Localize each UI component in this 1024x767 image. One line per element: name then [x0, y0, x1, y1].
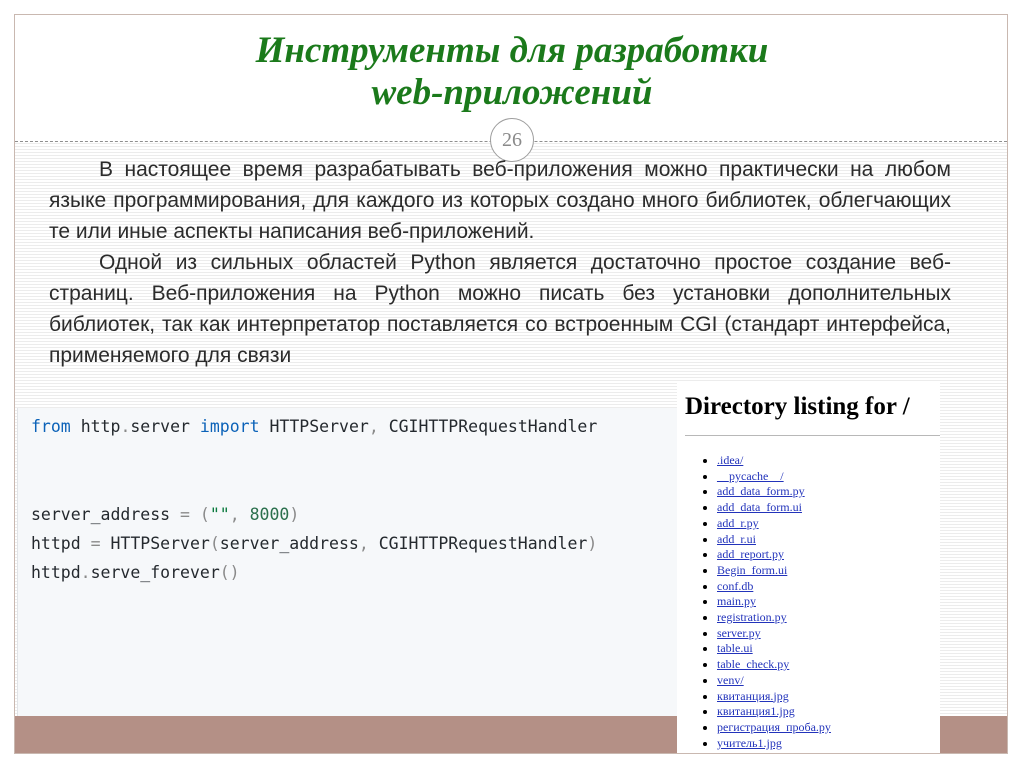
paragraph-2: Одной из сильных областей Python являетс… [49, 251, 951, 367]
directory-file-link[interactable]: registration.py [717, 610, 787, 624]
directory-list-item: Begin_form.ui [717, 563, 831, 579]
directory-list-item: регистрация_проба.py [717, 720, 831, 736]
directory-file-link[interactable]: Begin_form.ui [717, 563, 787, 577]
directory-file-link[interactable]: add_data_form.py [717, 484, 805, 498]
directory-file-link[interactable]: table.ui [717, 641, 753, 655]
code-keyword-import: import [199, 417, 260, 436]
code-module-http: http [80, 417, 121, 436]
directory-list-item: venv/ [717, 673, 831, 689]
code-paren-close: ) [289, 505, 300, 524]
code-dot: . [80, 563, 91, 582]
directory-listing-screenshot: Directory listing for / .idea/ __pycache_… [677, 383, 940, 753]
directory-file-link[interactable]: учитель1.jpg [717, 736, 782, 750]
slide-title-line-1: Инструменты для разработки [255, 30, 769, 71]
directory-file-link[interactable]: регистрация_проба.py [717, 720, 831, 734]
directory-list-item: __pycache__/ [717, 469, 831, 485]
code-var-httpd: httpd [31, 534, 81, 553]
code-line-4: httpd.serve_forever() [31, 562, 240, 584]
directory-listing-rule [685, 435, 940, 436]
directory-file-link[interactable]: server.py [717, 626, 761, 640]
code-comma: , [358, 534, 369, 553]
directory-file-link[interactable]: conf.db [717, 579, 753, 593]
code-line-1: from http.server import HTTPServer, CGIH… [31, 416, 597, 438]
directory-list-item: add_r.ui [717, 532, 831, 548]
directory-file-link[interactable]: table_check.py [717, 657, 789, 671]
directory-file-link[interactable]: квитанция.jpg [717, 689, 789, 703]
code-paren-open: ( [199, 505, 210, 524]
code-paren-close: ) [587, 534, 598, 553]
directory-file-link[interactable]: add_r.py [717, 516, 759, 530]
directory-listing-title: Directory listing for / [685, 393, 910, 420]
code-comma: , [229, 505, 240, 524]
directory-file-link[interactable]: .idea/ [717, 453, 743, 467]
directory-file-link[interactable]: __pycache__/ [717, 469, 784, 483]
paragraph-1: В настоящее время разрабатывать веб-прил… [49, 158, 951, 243]
directory-list-item: add_data_form.ui [717, 500, 831, 516]
code-arg-1: server_address [219, 534, 359, 553]
slide-title-line-2: web-приложений [371, 72, 653, 113]
directory-list-item: main.py [717, 594, 831, 610]
directory-list-item: квитанция1.jpg [717, 704, 831, 720]
directory-file-link[interactable]: main.py [717, 594, 756, 608]
directory-list-item: conf.db [717, 579, 831, 595]
directory-list-item: учитель1.jpg [717, 736, 831, 752]
directory-list-item: table_check.py [717, 657, 831, 673]
code-snippet: from http.server import HTTPServer, CGIH… [17, 408, 678, 716]
directory-list-item: квитанция.jpg [717, 689, 831, 705]
directory-list-item: server.py [717, 626, 831, 642]
code-import-name-2: CGIHTTPRequestHandler [388, 417, 598, 436]
code-method-serve-forever: serve_forever [90, 563, 220, 582]
directory-list-item: registration.py [717, 610, 831, 626]
code-line-2: server_address = ("", 8000) [31, 504, 299, 526]
code-string: "" [209, 505, 230, 524]
directory-file-link[interactable]: add_report.py [717, 547, 784, 561]
directory-file-link[interactable]: add_data_form.ui [717, 500, 802, 514]
directory-list-item: add_r.py [717, 516, 831, 532]
code-var-server-address: server_address [31, 505, 171, 524]
slide-title: Инструменты для разработки web-приложени… [0, 30, 1024, 114]
code-equals: = [90, 534, 101, 553]
directory-file-list: .idea/ __pycache__/add_data_form.py add_da… [685, 453, 831, 751]
code-import-name-1: HTTPServer [269, 417, 369, 436]
code-var-httpd: httpd [31, 563, 81, 582]
directory-file-link[interactable]: venv/ [717, 673, 744, 687]
code-arg-2: CGIHTTPRequestHandler [378, 534, 588, 553]
directory-list-item: add_report.py [717, 547, 831, 563]
directory-file-link[interactable]: квитанция1.jpg [717, 704, 795, 718]
code-class-httpserver: HTTPServer [110, 534, 210, 553]
code-line-3: httpd = HTTPServer(server_address, CGIHT… [31, 533, 597, 555]
code-parens: () [219, 563, 240, 582]
body-text: В настоящее время разрабатывать веб-прил… [49, 154, 951, 371]
code-module-server: server [130, 417, 190, 436]
code-dot: . [120, 417, 131, 436]
directory-list-item: table.ui [717, 641, 831, 657]
code-keyword-from: from [31, 417, 71, 436]
code-comma: , [368, 417, 379, 436]
directory-list-item: add_data_form.py [717, 484, 831, 500]
directory-file-link[interactable]: add_r.ui [717, 532, 756, 546]
directory-list-item: .idea/ [717, 453, 831, 469]
code-number: 8000 [249, 505, 290, 524]
code-equals: = [180, 505, 190, 524]
code-paren-open: ( [209, 534, 220, 553]
